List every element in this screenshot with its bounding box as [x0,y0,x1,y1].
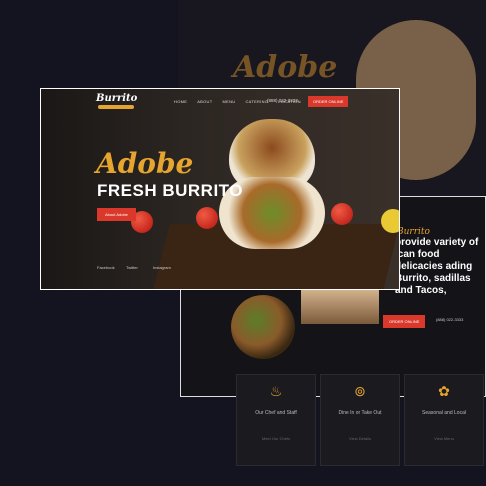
nav-menu[interactable]: MENU [222,99,235,104]
tomato-image [196,207,218,229]
feature-card: ♨ Our Chef and Staff Meet Our Chefs [236,374,316,466]
site-logo[interactable]: Burrito [96,93,137,104]
hero-subtitle: FRESH BURRITO [97,181,243,200]
feature-link[interactable]: View Details [321,436,399,441]
feature-title: Dine In or Take Out [338,410,382,416]
order-online-button[interactable]: ORDER ONLINE [308,96,349,107]
salad-bowl-image [231,295,295,359]
about-phone: (888) 022-3333 [436,317,464,322]
feature-card: ✿ Seasonal and Local View Menu [404,374,484,466]
about-headline: provide variety of ican food delicacies … [395,237,479,296]
feature-title: Seasonal and Local [422,410,466,416]
feature-link[interactable]: View Menu [405,436,483,441]
social-twitter[interactable]: Twitter [126,265,138,270]
plate-icon: ⊚ [354,383,366,399]
chef-icon: ♨ [269,383,283,399]
about-order-button[interactable]: ORDER ONLINE [383,315,426,328]
hero-title: Adobe [96,147,194,180]
feature-card: ⊚ Dine In or Take Out View Details [320,374,400,466]
ingredients-icon: ✿ [438,383,450,399]
logo-banner [98,105,134,109]
features-row: ♨ Our Chef and Staff Meet Our Chefs ⊚ Di… [236,374,484,466]
nav-catering[interactable]: CATERING [245,99,268,104]
hero-website-preview: Burrito HOME ABOUT MENU CATERING LOCATIO… [40,88,400,290]
feature-link[interactable]: Meet Our Chefs [237,436,315,441]
lemon-image [381,209,399,233]
nav-about[interactable]: ABOUT [197,99,212,104]
hero-about-button[interactable]: About Adobe [97,208,136,221]
background-hero-title: Adobe [233,50,338,85]
wrap-image [301,290,379,324]
social-instagram[interactable]: Instagram [153,265,171,270]
tomato-image [331,203,353,225]
about-brand-label: Burrito [397,227,430,237]
feature-title: Our Chef and Staff [255,410,297,416]
nav-home[interactable]: HOME [174,99,187,104]
header-phone: (888) 022-3333 [267,98,298,103]
social-facebook[interactable]: Facebook [97,265,115,270]
